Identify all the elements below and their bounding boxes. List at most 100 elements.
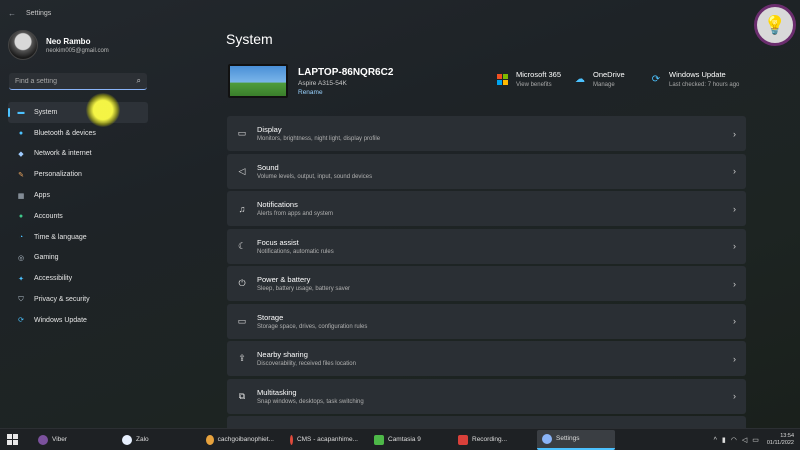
taskbar-label: Viber xyxy=(52,436,68,443)
settings-window: ← Settings Neo Rambo neokim005@gmail.com… xyxy=(0,0,800,428)
person-icon: ● xyxy=(18,212,24,220)
user-profile[interactable]: Neo Rambo neokim005@gmail.com xyxy=(8,30,109,60)
chrome-icon xyxy=(206,434,214,445)
sidebar-item-system[interactable]: ▬ System xyxy=(8,102,148,123)
share-icon: ⇪ xyxy=(238,353,246,363)
settings-row-focus-assist[interactable]: ☾ Focus assist Notifications, automatic … xyxy=(227,228,746,264)
quick-link-windows-update[interactable]: ⟳ Windows Update Last checked: 7 hours a… xyxy=(650,70,740,88)
settings-row-storage[interactable]: ▭ Storage Storage space, drives, configu… xyxy=(227,303,746,339)
row-title: Focus assist xyxy=(257,237,299,247)
sidebar-item-time-language[interactable]: ◔ Time & language xyxy=(8,227,148,248)
settings-row-display[interactable]: ▭ Display Monitors, brightness, night li… xyxy=(227,116,746,151)
brush-icon: ✎ xyxy=(18,171,24,179)
chevron-up-icon[interactable]: ^ xyxy=(714,437,717,444)
chevron-right-icon: › xyxy=(733,316,736,326)
row-subtitle: Notifications, automatic rules xyxy=(257,248,334,255)
taskbar-app-recording[interactable]: Recording... xyxy=(453,430,531,450)
battery-icon[interactable]: ▭ xyxy=(752,436,759,444)
avatar xyxy=(8,30,38,60)
quick-link-subtitle: Manage xyxy=(593,82,615,88)
sidebar-item-label: Bluetooth & devices xyxy=(34,129,96,137)
moon-icon: ☾ xyxy=(237,240,247,251)
sidebar-item-personalization[interactable]: ✎ Personalization xyxy=(8,164,148,185)
taskbar-label: Recording... xyxy=(472,436,508,443)
row-title: Sound xyxy=(257,162,279,172)
sidebar-item-label: System xyxy=(34,108,58,116)
sidebar-item-network[interactable]: ◆ Network & internet xyxy=(8,144,148,165)
taskbar-app-settings[interactable]: Settings xyxy=(537,429,615,450)
taskbar-label: Settings xyxy=(556,435,580,442)
clock[interactable]: 13:54 01/11/2022 xyxy=(767,433,794,447)
viber-icon xyxy=(38,434,48,445)
device-model: Aspire A315-54K xyxy=(298,79,347,87)
taskbar-app-viber[interactable]: Viber xyxy=(33,430,111,450)
quick-link-title: OneDrive xyxy=(593,70,625,79)
row-title: Nearby sharing xyxy=(257,350,308,359)
desktop-wallpaper-thumbnail xyxy=(228,64,288,98)
profile-email: neokim005@gmail.com xyxy=(46,47,109,54)
start-button-windows-icon[interactable] xyxy=(7,433,19,446)
settings-row-multitasking[interactable]: ⧉ Multitasking Snap windows, desktops, t… xyxy=(227,378,746,414)
quick-link-onedrive[interactable]: ☁ OneDrive Manage xyxy=(574,70,625,88)
quick-link-microsoft-365[interactable]: Microsoft 365 View benefits xyxy=(497,70,561,88)
settings-row-nearby-sharing[interactable]: ⇪ Nearby sharing Discoverability, receiv… xyxy=(227,341,746,376)
gear-icon xyxy=(542,433,552,444)
row-title: Storage xyxy=(257,312,284,322)
volume-icon[interactable]: ◁ xyxy=(742,436,747,444)
wifi-icon: ◆ xyxy=(18,150,24,158)
device-card: LAPTOP-86NQR6C2 Aspire A315-54K Rename xyxy=(228,64,393,98)
microphone-icon[interactable]: ▮ xyxy=(722,436,726,444)
chevron-right-icon: › xyxy=(733,353,736,364)
taskbar-app-chrome-2[interactable]: CMS - acapanhime... xyxy=(285,430,363,450)
taskbar-app-camtasia[interactable]: Camtasia 9 xyxy=(369,430,447,450)
recording-icon xyxy=(458,434,468,445)
wifi-icon[interactable]: ◠ xyxy=(731,436,737,444)
settings-row-partial[interactable] xyxy=(227,416,746,428)
sidebar-item-label: Time & language xyxy=(34,233,87,241)
search-icon[interactable]: ⌕ xyxy=(137,76,141,86)
sidebar-item-label: Network & internet xyxy=(34,150,92,158)
sidebar-item-label: Gaming xyxy=(34,254,59,262)
accessibility-icon: ✦ xyxy=(18,275,24,283)
search-input[interactable] xyxy=(15,77,125,85)
back-arrow-icon[interactable]: ← xyxy=(8,9,18,18)
row-title: Notifications xyxy=(257,200,298,209)
quick-link-subtitle: Last checked: 7 hours ago xyxy=(669,82,740,88)
sidebar-item-label: Accounts xyxy=(34,212,63,220)
rename-link[interactable]: Rename xyxy=(298,89,393,96)
bluetooth-icon: ● xyxy=(18,129,24,137)
row-subtitle: Discoverability, received files location xyxy=(257,361,356,367)
taskbar-label: cachgoibanophiet... xyxy=(217,436,274,443)
sidebar-item-privacy[interactable]: ⛉ Privacy & security xyxy=(8,289,148,310)
update-icon: ⟳ xyxy=(18,317,24,325)
sidebar-item-accessibility[interactable]: ✦ Accessibility xyxy=(8,268,148,289)
chevron-right-icon: › xyxy=(733,241,736,251)
window-title: Settings xyxy=(26,9,52,17)
clock-time: 13:54 xyxy=(780,433,794,439)
sidebar-nav: ▬ System ● Bluetooth & devices ◆ Network… xyxy=(8,102,148,331)
sidebar-item-windows-update[interactable]: ⟳ Windows Update xyxy=(8,310,148,331)
gamepad-icon: ◎ xyxy=(17,254,25,262)
system-tray: ^ ▮ ◠ ◁ ▭ 13:54 01/11/2022 xyxy=(709,429,794,450)
apps-icon: ▦ xyxy=(17,192,25,200)
title-bar: ← Settings xyxy=(0,0,800,26)
microsoft-icon xyxy=(497,74,508,85)
channel-logo-lightbulb-icon: 💡 xyxy=(754,4,796,46)
sidebar-item-gaming[interactable]: ◎ Gaming xyxy=(8,248,148,269)
globe-clock-icon: ◔ xyxy=(18,233,24,241)
chevron-right-icon: › xyxy=(733,166,736,176)
chevron-right-icon: › xyxy=(733,128,736,139)
sidebar-item-accounts[interactable]: ● Accounts xyxy=(8,206,148,227)
settings-row-notifications[interactable]: ♫ Notifications Alerts from apps and sys… xyxy=(227,191,746,226)
speaker-icon: ◁ xyxy=(238,165,246,176)
taskbar-app-chrome-1[interactable]: cachgoibanophiet... xyxy=(201,430,279,450)
sidebar-item-label: Privacy & security xyxy=(34,296,90,304)
sidebar-item-apps[interactable]: ▦ Apps xyxy=(8,185,148,206)
search-box[interactable]: ⌕ xyxy=(9,73,147,90)
settings-row-power-battery[interactable]: ⏻ Power & battery Sleep, battery usage, … xyxy=(227,266,746,301)
sidebar-item-bluetooth[interactable]: ● Bluetooth & devices xyxy=(8,123,148,144)
taskbar-app-zalo[interactable]: Zalo xyxy=(117,430,195,450)
zalo-icon xyxy=(122,434,132,445)
row-subtitle: Volume levels, output, input, sound devi… xyxy=(257,173,373,180)
settings-row-sound[interactable]: ◁ Sound Volume levels, output, input, so… xyxy=(227,153,746,189)
